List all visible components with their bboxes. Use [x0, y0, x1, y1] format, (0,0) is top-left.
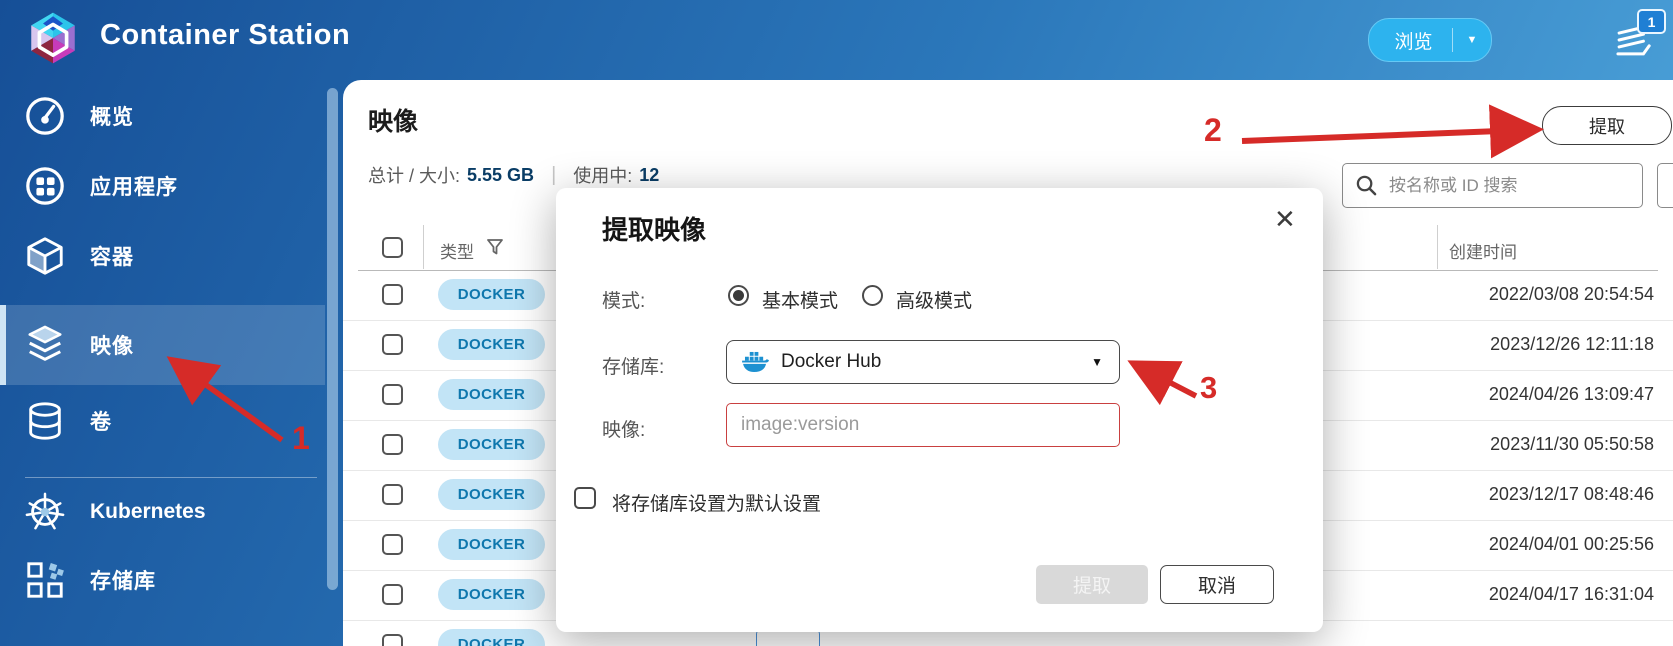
- top-bar: Container Station 浏览 ▼ 1: [0, 0, 1673, 80]
- filter-toggle-button[interactable]: [1657, 163, 1673, 208]
- type-badge: DOCKER: [438, 479, 545, 510]
- row-checkbox[interactable]: [382, 484, 403, 505]
- gauge-icon: [26, 97, 64, 135]
- search-input[interactable]: [1387, 174, 1642, 197]
- row-checkbox[interactable]: [382, 384, 403, 405]
- select-all-checkbox[interactable]: [382, 237, 403, 258]
- dialog-pull-button[interactable]: 提取: [1036, 565, 1148, 604]
- type-badge: DOCKER: [438, 529, 545, 560]
- total-size-label: 总计 / 大小:: [368, 166, 461, 186]
- row-checkbox[interactable]: [382, 634, 403, 646]
- dialog-title: 提取映像: [602, 215, 707, 245]
- created-time: 2024/04/17 16:31:04: [1488, 584, 1654, 604]
- sidebar-item-images[interactable]: 映像: [0, 305, 325, 385]
- created-time: 2022/03/08 20:54:54: [1488, 284, 1654, 304]
- database-icon: [29, 402, 61, 440]
- created-time: 2023/11/30 05:50:58: [1490, 434, 1654, 454]
- advanced-mode-radio[interactable]: [862, 285, 883, 306]
- container-station-window: Container Station 浏览 ▼ 1 概览 应用程序 容器 映像 卷…: [0, 0, 1673, 646]
- row-checkbox[interactable]: [382, 434, 403, 455]
- column-header-created[interactable]: 创建时间: [1449, 238, 1517, 263]
- registry-select[interactable]: Docker Hub ▼: [726, 340, 1120, 384]
- stats-divider: |: [551, 163, 557, 186]
- dialog-cancel-button[interactable]: 取消: [1160, 565, 1274, 604]
- type-badge: DOCKER: [438, 279, 545, 310]
- set-default-checkbox[interactable]: [574, 487, 596, 509]
- registry-label: 存储库:: [602, 357, 665, 378]
- type-badge: DOCKER: [438, 379, 545, 410]
- type-badge: DOCKER: [438, 329, 545, 360]
- sidebar-item-label: 映像: [90, 335, 134, 358]
- container-station-logo-icon: [31, 12, 75, 64]
- column-divider: [423, 225, 424, 269]
- set-default-label[interactable]: 将存储库设置为默认设置: [612, 489, 821, 516]
- sidebar-item-registries[interactable]: 存储库: [0, 544, 325, 616]
- sidebar-item-containers[interactable]: 容器: [0, 220, 325, 292]
- in-use-value: 12: [639, 164, 660, 185]
- basic-mode-label[interactable]: 基本模式: [762, 286, 838, 313]
- registry-selected-value: Docker Hub: [781, 351, 882, 372]
- type-badge: DOCKER: [438, 579, 545, 610]
- created-time: 2024/04/01 00:25:56: [1488, 534, 1654, 554]
- pull-image-button[interactable]: 提取: [1542, 106, 1672, 145]
- layers-icon: [28, 325, 62, 361]
- sidebar-item-kubernetes[interactable]: Kubernetes: [0, 476, 325, 548]
- created-time: 2023/12/26 12:11:18: [1490, 334, 1654, 354]
- mode-label: 模式:: [602, 291, 646, 312]
- browse-button-label[interactable]: 浏览: [1369, 27, 1452, 54]
- sidebar-item-overview[interactable]: 概览: [0, 80, 325, 152]
- sidebar-item-volumes[interactable]: 卷: [0, 385, 325, 457]
- created-time: 2024/04/26 13:09:47: [1488, 384, 1654, 404]
- filter-icon[interactable]: [487, 239, 503, 256]
- chevron-down-icon: ▼: [1091, 355, 1103, 369]
- images-stats: 总计 / 大小: 5.55 GB | 使用中: 12: [368, 162, 659, 188]
- cube-icon: [27, 237, 63, 275]
- chevron-down-icon[interactable]: ▼: [1453, 34, 1491, 46]
- tasks-count-badge: 1: [1637, 9, 1666, 34]
- advanced-mode-label[interactable]: 高级模式: [896, 286, 972, 313]
- sidebar: 概览 应用程序 容器 映像 卷 Kubernetes 存储库: [0, 80, 343, 646]
- column-divider: [1437, 225, 1438, 269]
- row-checkbox[interactable]: [382, 284, 403, 305]
- docker-whale-icon: [742, 351, 769, 373]
- type-badge: DOCKER: [438, 429, 545, 460]
- registry-icon: [27, 562, 64, 598]
- image-name-input[interactable]: [726, 403, 1120, 447]
- app-title: Container Station: [100, 19, 351, 51]
- sidebar-item-label: Kubernetes: [90, 500, 206, 523]
- browse-split-button[interactable]: 浏览 ▼: [1368, 18, 1492, 62]
- row-checkbox[interactable]: [382, 584, 403, 605]
- column-header-type[interactable]: 类型: [440, 238, 474, 263]
- sidebar-item-label: 概览: [90, 106, 134, 129]
- sidebar-item-label: 应用程序: [90, 176, 178, 199]
- basic-mode-radio[interactable]: [728, 285, 749, 306]
- sidebar-scrollbar[interactable]: [327, 88, 338, 590]
- background-tasks-button[interactable]: 1: [1612, 9, 1666, 66]
- image-search[interactable]: [1342, 163, 1643, 208]
- search-icon: [1356, 175, 1377, 196]
- image-label: 映像:: [602, 420, 646, 441]
- type-badge: DOCKER: [438, 629, 545, 646]
- apps-icon: [26, 167, 64, 205]
- sidebar-item-applications[interactable]: 应用程序: [0, 150, 325, 222]
- sidebar-item-label: 卷: [90, 411, 112, 434]
- row-checkbox[interactable]: [382, 534, 403, 555]
- kubernetes-wheel-icon: [25, 492, 65, 530]
- close-icon[interactable]: ✕: [1274, 206, 1296, 232]
- total-size-value: 5.55 GB: [467, 164, 535, 185]
- sidebar-item-label: 容器: [90, 246, 134, 269]
- pull-image-dialog: 提取映像 ✕ 模式: 基本模式 高级模式 存储库: Docker Hub ▼ 映…: [556, 188, 1323, 632]
- sidebar-item-label: 存储库: [90, 570, 156, 593]
- in-use-label: 使用中:: [573, 166, 633, 186]
- page-title: 映像: [368, 108, 419, 136]
- row-checkbox[interactable]: [382, 334, 403, 355]
- created-time: 2023/12/17 08:48:46: [1488, 484, 1654, 504]
